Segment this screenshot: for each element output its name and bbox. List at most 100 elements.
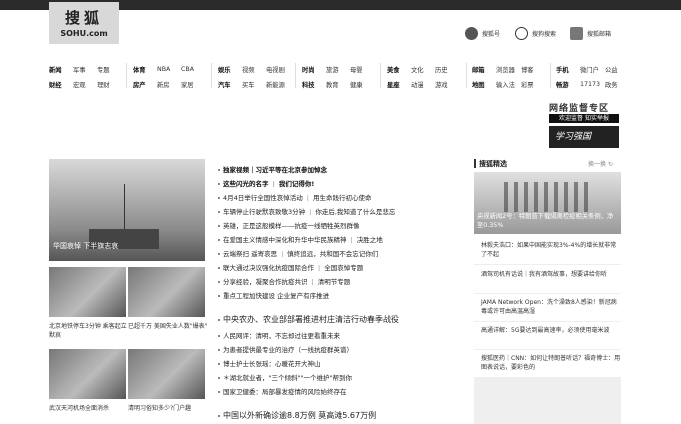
nav-link[interactable]: 理财 xyxy=(97,80,110,89)
headline-item[interactable]: 分享经验，凝聚合作抗疫共识 | 清明节专题 xyxy=(218,276,350,286)
headline-item[interactable]: 重点工程加快建设 企业复产有序推进 xyxy=(218,290,329,300)
nav-link[interactable]: 17173 xyxy=(580,81,600,88)
nav-link[interactable]: 政务 xyxy=(605,80,618,89)
headline-item[interactable]: 英雄，正是这般模样——抗疫一线牺牲英烈群像 xyxy=(218,220,360,230)
nav-link[interactable]: 新能源 xyxy=(266,80,285,89)
nav-link[interactable]: 专题 xyxy=(97,65,110,74)
nav-link[interactable]: 公益 xyxy=(605,65,618,74)
headline-text[interactable]: 国家卫健委：局部暴发疫情的风险始终存在 xyxy=(223,388,347,396)
headline-text[interactable]: 决胜之地 xyxy=(357,236,383,244)
headline-text[interactable]: 重点工程加快建设 企业复产有序推进 xyxy=(223,292,329,300)
thumb-caption[interactable]: 已超千万 美国失业人数"爆表" xyxy=(128,322,208,331)
headline-text[interactable]: 人民网评：清明，不忘却过往更看重未来 xyxy=(223,332,340,340)
nav-link[interactable]: 美食 xyxy=(387,65,400,74)
nav-link[interactable]: 星座 xyxy=(387,80,400,89)
headline-text[interactable]: 联大通过决议强化抗疫国际合作 xyxy=(223,264,314,272)
headline-text[interactable]: 在爱国主义情感中深化和升华中华民族精神 xyxy=(223,236,347,244)
nav-link[interactable]: 历史 xyxy=(435,65,448,74)
thumb-caption[interactable]: 北京地铁停车3分钟 乘客起立默哀 xyxy=(49,322,129,340)
headline-text[interactable]: 我们记得你! xyxy=(279,180,314,188)
headline-item[interactable]: 博士护士长张瑶：心暖花开大神山 xyxy=(218,358,321,368)
nav-link[interactable]: 浏览器 xyxy=(496,65,515,74)
thumb-photo[interactable] xyxy=(128,267,205,317)
headline-item[interactable]: 为患者提供最专业的治疗（一线抗疫群英谱） xyxy=(218,344,353,354)
nav-link[interactable]: 新闻 xyxy=(49,65,62,74)
nav-link[interactable]: NBA xyxy=(157,66,170,73)
headline-item[interactable]: 联大通过决议强化抗疫国际合作 | 全国哀悼专题 xyxy=(218,262,363,272)
headline-text[interactable]: ＊湖北就业者，"三个倾斜""一个维护"帮到你 xyxy=(223,374,352,382)
nav-link[interactable]: 体育 xyxy=(133,65,146,74)
headline-item[interactable]: 这些闪光的名字 | 我们记得你! xyxy=(218,178,314,188)
headline-item[interactable]: 国家卫健委：局部暴发疫情的风险始终存在 xyxy=(218,386,347,396)
nav-link[interactable]: 房产 xyxy=(133,80,146,89)
nav-link[interactable]: 手机 xyxy=(556,65,569,74)
headline-item[interactable]: ＊湖北就业者，"三个倾斜""一个维护"帮到你 xyxy=(218,372,352,382)
headline-text[interactable]: 分享经验，凝聚合作抗疫共识 xyxy=(223,278,308,286)
nav-link[interactable]: 科技 xyxy=(302,80,315,89)
headline-item[interactable]: 人民网评：清明，不忘却过往更看重未来 xyxy=(218,330,340,340)
nav-link[interactable]: 电视剧 xyxy=(266,65,285,74)
thumb-photo[interactable] xyxy=(49,267,126,317)
supervision-ad[interactable]: 网络监督专区 欢迎监督 知实举报 学习强国 xyxy=(549,101,619,151)
nav-link[interactable]: 输入法 xyxy=(496,80,515,89)
nav-link[interactable]: 军事 xyxy=(73,65,86,74)
side-news-item[interactable]: 高通详解：5G要达到最高速率，必须使用毫米波 xyxy=(481,326,621,335)
nav-link[interactable]: 时尚 xyxy=(302,65,315,74)
thumb-photo[interactable] xyxy=(49,349,126,399)
xuexi-banner[interactable]: 学习强国 xyxy=(549,126,619,148)
nav-link[interactable]: 邮箱 xyxy=(472,65,485,74)
nav-link[interactable]: 母婴 xyxy=(350,65,363,74)
refresh-button[interactable]: 换一换 ↻ xyxy=(588,159,613,168)
nav-link[interactable]: 新房 xyxy=(157,80,170,89)
headline-item[interactable]: 4月4日举行全国性哀悼活动 | 用生命践行初心使命 xyxy=(218,192,371,202)
thumb-caption[interactable]: 清明习俗知多少?门户趣 xyxy=(128,404,208,413)
nav-link[interactable]: 教育 xyxy=(326,80,339,89)
headline-text[interactable]: 你走后,我知道了什么是悲忘 xyxy=(315,208,395,216)
side-feature-photo[interactable]: 央视新闻2号：特朗普下载隔离检疫相关条例，净至0.35% xyxy=(474,172,621,234)
headline-item[interactable]: 云端祭扫 遥寄哀思 | 慎终追远，共和国不会忘记你们 xyxy=(218,248,378,258)
side-news-item[interactable]: JAMA Network Open：洗个澡致8人感染！新冠病毒或许可由高温高湿 xyxy=(481,298,621,316)
nav-link[interactable]: 健康 xyxy=(350,80,363,89)
nav-link[interactable]: 娱乐 xyxy=(218,65,231,74)
headline-text[interactable]: 清明节专题 xyxy=(318,278,351,286)
nav-link[interactable]: CBA xyxy=(181,66,194,73)
tool-sohu-account[interactable]: 搜狐号 xyxy=(465,26,500,40)
nav-link[interactable]: 买车 xyxy=(242,80,255,89)
headline-item[interactable]: 中央农办、农业部部署推进村庄清洁行动春季战役 xyxy=(218,314,399,325)
thumb-photo[interactable] xyxy=(128,349,205,399)
nav-link[interactable]: 彩票 xyxy=(521,80,534,89)
sohu-logo[interactable]: 搜狐 SOHU.com xyxy=(49,2,119,44)
headline-item[interactable]: 独家视频｜习近平等在北京参加悼念 xyxy=(218,164,327,174)
headline-text[interactable]: 这些闪光的名字 xyxy=(223,180,269,188)
headline-text[interactable]: 中央农办、农业部部署推进村庄清洁行动春季战役 xyxy=(223,315,399,324)
side-news-item[interactable]: 林毅夫浩口：如果中国能实现3%-4%的增长就非常了不起 xyxy=(481,241,621,259)
tool-mail[interactable]: 搜狐邮箱 xyxy=(570,26,611,40)
headline-text[interactable]: 独家视频｜习近平等在北京参加悼念 xyxy=(223,166,327,174)
nav-link[interactable]: 财经 xyxy=(49,80,62,89)
headline-text[interactable]: 博士护士长张瑶：心暖花开大神山 xyxy=(223,360,321,368)
nav-link[interactable]: 游戏 xyxy=(435,80,448,89)
nav-link[interactable]: 视频 xyxy=(242,65,255,74)
nav-link[interactable]: 家居 xyxy=(181,80,194,89)
nav-link[interactable]: 文化 xyxy=(411,65,424,74)
thumb-caption[interactable]: 武汉天河机场全面消杀 xyxy=(49,404,129,413)
headline-text[interactable]: 英雄，正是这般模样——抗疫一线牺牲英烈群像 xyxy=(223,222,360,230)
nav-link[interactable]: 汽车 xyxy=(218,80,231,89)
headline-item[interactable]: 车辆停止行驶默哀致敬3分钟 | 你走后,我知道了什么是悲忘 xyxy=(218,206,395,216)
nav-link[interactable]: 博客 xyxy=(521,65,534,74)
headline-item[interactable]: 在爱国主义情感中深化和升华中华民族精神 | 决胜之地 xyxy=(218,234,383,244)
headline-text[interactable]: 中国以外新确诊逾8.8万例 莫高滩5.67万例 xyxy=(223,411,376,420)
headline-text[interactable]: 为患者提供最专业的治疗（一线抗疫群英谱） xyxy=(223,346,353,354)
side-news-item[interactable]: 搜狐医药｜CNN：如何让特朗普听话？福奇博士：用图表说话，要彩色的 xyxy=(481,354,621,372)
headline-text[interactable]: 用生命践行初心使命 xyxy=(313,194,372,202)
headline-item[interactable]: 中国以外新确诊逾8.8万例 莫高滩5.67万例 xyxy=(218,410,376,421)
headline-text[interactable]: 全国哀悼专题 xyxy=(324,264,363,272)
nav-link[interactable]: 畅游 xyxy=(556,80,569,89)
nav-link[interactable]: 宏观 xyxy=(73,80,86,89)
nav-link[interactable]: 微门户 xyxy=(580,65,599,74)
side-news-item[interactable]: 酒驾司机有话说｜我有酒驾故事，想要讲给你听 xyxy=(481,270,621,279)
nav-link[interactable]: 动漫 xyxy=(411,80,424,89)
headline-text[interactable]: 云端祭扫 遥寄哀思 xyxy=(223,250,277,258)
hero-photo[interactable]: 华国哀悼 下半旗志哀 xyxy=(49,159,205,261)
nav-link[interactable]: 地图 xyxy=(472,80,485,89)
